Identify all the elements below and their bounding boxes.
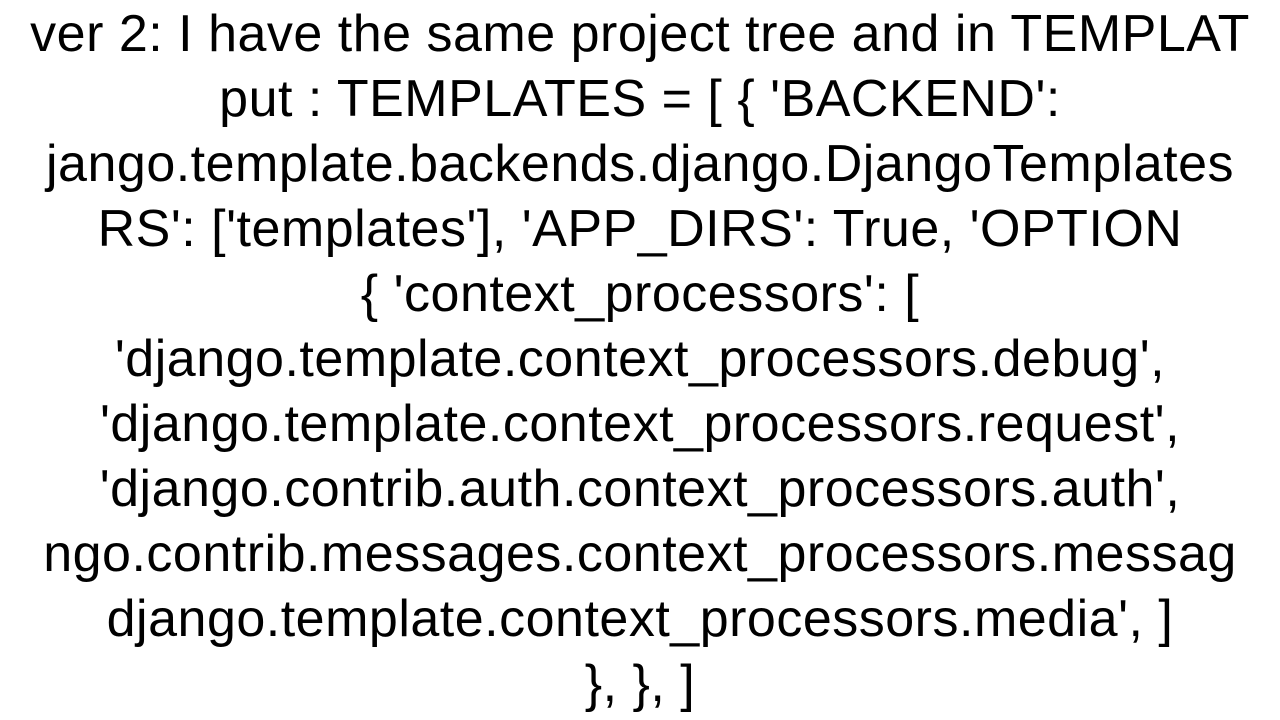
text-line: 'django.template.context_processors.requ… [100, 392, 1180, 457]
text-line: ver 2: I have the same project tree and … [30, 2, 1250, 67]
text-line: RS': ['templates'], 'APP_DIRS': True, 'O… [98, 197, 1183, 262]
text-line: 'django.template.context_processors.debu… [115, 327, 1165, 392]
text-line: ngo.contrib.messages.context_processors.… [43, 522, 1237, 587]
text-line: 'django.contrib.auth.context_processors.… [100, 457, 1181, 522]
text-line: put : TEMPLATES = [ { 'BACKEND': [219, 67, 1061, 132]
text-line: jango.template.backends.django.DjangoTem… [46, 132, 1234, 197]
text-line: }, }, ] [585, 652, 695, 717]
text-line: django.template.context_processors.media… [107, 587, 1174, 652]
text-line: { 'context_processors': [ [361, 262, 919, 327]
text-block: ver 2: I have the same project tree and … [0, 0, 1280, 720]
